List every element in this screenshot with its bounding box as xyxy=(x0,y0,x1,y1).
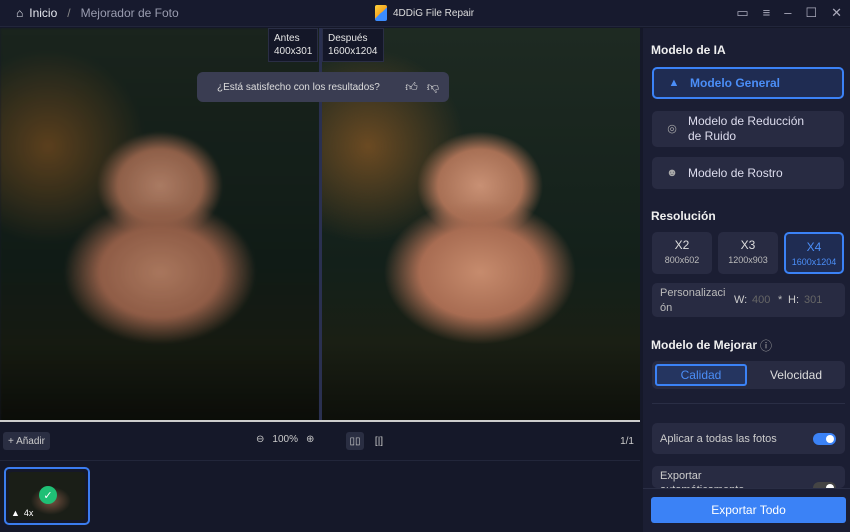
noise-icon: ◎ xyxy=(667,122,677,135)
breadcrumb: ⌂ Inicio / Mejorador de Foto xyxy=(0,6,179,20)
breadcrumb-current: Mejorador de Foto xyxy=(80,6,179,20)
resolution-x3[interactable]: X3 1200x903 xyxy=(718,232,778,274)
info-icon[interactable]: ⓘ xyxy=(760,337,772,354)
option-quality[interactable]: Calidad xyxy=(655,364,747,386)
check-icon: ✓ xyxy=(39,486,57,504)
home-icon[interactable]: ⌂ xyxy=(16,6,23,20)
side-by-side-view-icon[interactable]: ▯▯ xyxy=(346,432,364,450)
thumbs-up-icon[interactable]: 👍︎ xyxy=(405,80,418,95)
feedback-prompt: ¿Está satisfecho con los resultados? 👍︎ 👎… xyxy=(197,72,449,102)
viewer-toolbar: + Añadir ⊖ 100% ⊕ ▯▯ [|] 1/1 xyxy=(0,430,640,454)
option-speed[interactable]: Velocidad xyxy=(750,364,842,386)
app-title: 4DDiG File Repair xyxy=(375,5,474,21)
model-face[interactable]: ☻ Modelo de Rostro xyxy=(652,157,844,189)
title-bar: ⌂ Inicio / Mejorador de Foto 4DDiG File … xyxy=(0,0,850,27)
enhance-mode-selector: Calidad Velocidad xyxy=(652,361,845,389)
scale-badge: 4x xyxy=(23,508,34,518)
progress-bar xyxy=(0,420,640,422)
resolution-x4[interactable]: X4 1600x1204 xyxy=(784,232,844,274)
landscape-icon: ▲ xyxy=(668,77,680,89)
divider xyxy=(0,460,640,461)
settings-panel: Modelo de IA ▲ Modelo General ◎ Modelo de … xyxy=(643,28,850,532)
before-label: Antes 400x301 xyxy=(268,28,319,62)
resolution-x2[interactable]: X2 800x602 xyxy=(652,232,712,274)
apply-all-row: Aplicar a todas las fotos xyxy=(652,423,845,454)
photo-thumbnail[interactable]: ✓ ▲ 4x xyxy=(4,467,90,525)
apply-all-toggle[interactable] xyxy=(813,433,836,445)
menu-icon[interactable]: ≡ xyxy=(763,5,771,21)
width-input[interactable]: 400 xyxy=(752,294,770,306)
times-sign: * xyxy=(778,294,783,306)
minimize-icon[interactable]: – xyxy=(784,5,791,21)
feedback-icon[interactable]: ▭ xyxy=(736,5,748,21)
breadcrumb-home[interactable]: Inicio xyxy=(29,6,57,20)
image-icon: ▲ xyxy=(11,508,20,518)
auto-export-label: Exportar automáticamente xyxy=(660,470,744,488)
add-button[interactable]: + Añadir xyxy=(3,432,50,450)
thumbs-down-icon[interactable]: 👎︎ xyxy=(427,80,439,95)
page-count: 1/1 xyxy=(620,436,634,447)
close-icon[interactable]: ✕ xyxy=(831,5,842,21)
height-input[interactable]: 301 xyxy=(804,294,822,306)
split-view-icon[interactable]: [|] xyxy=(370,432,388,450)
ai-model-title: Modelo de IA xyxy=(651,43,726,57)
maximize-icon[interactable]: ☐ xyxy=(805,5,817,21)
feedback-question: ¿Está satisfecho con los resultados? xyxy=(217,81,380,93)
model-general[interactable]: ▲ Modelo General xyxy=(652,67,844,99)
app-title-text: 4DDiG File Repair xyxy=(393,7,475,19)
auto-export-row: Exportar automáticamente xyxy=(652,466,845,488)
resolution-title: Resolución xyxy=(651,209,716,223)
export-all-button[interactable]: Exportar Todo xyxy=(651,497,846,523)
app-logo-icon xyxy=(375,5,387,21)
face-icon: ☻ xyxy=(666,167,678,179)
custom-resolution: Personalizaci ón W: 400 * H: 301 xyxy=(652,283,845,317)
zoom-level: 100% xyxy=(272,434,298,445)
model-noise-reduction[interactable]: ◎ Modelo de Reducción de Ruido xyxy=(652,111,844,147)
window-controls: ▭ ≡ – ☐ ✕ xyxy=(736,5,842,21)
breadcrumb-separator: / xyxy=(67,6,71,20)
divider xyxy=(652,403,845,404)
after-label: Después 1600x1204 xyxy=(322,28,384,62)
apply-all-label: Aplicar a todas las fotos xyxy=(660,433,777,445)
enhance-model-title: Modelo de Mejorar xyxy=(651,338,758,352)
zoom-in-icon[interactable]: ⊕ xyxy=(306,434,314,445)
height-label: H: xyxy=(788,294,799,306)
zoom-out-icon[interactable]: ⊖ xyxy=(256,434,264,445)
custom-label: Personalizaci ón xyxy=(660,287,726,314)
image-compare-viewer[interactable]: Antes 400x301 Después 1600x1204 ¿Está sati… xyxy=(0,28,640,422)
width-label: W: xyxy=(734,294,748,306)
